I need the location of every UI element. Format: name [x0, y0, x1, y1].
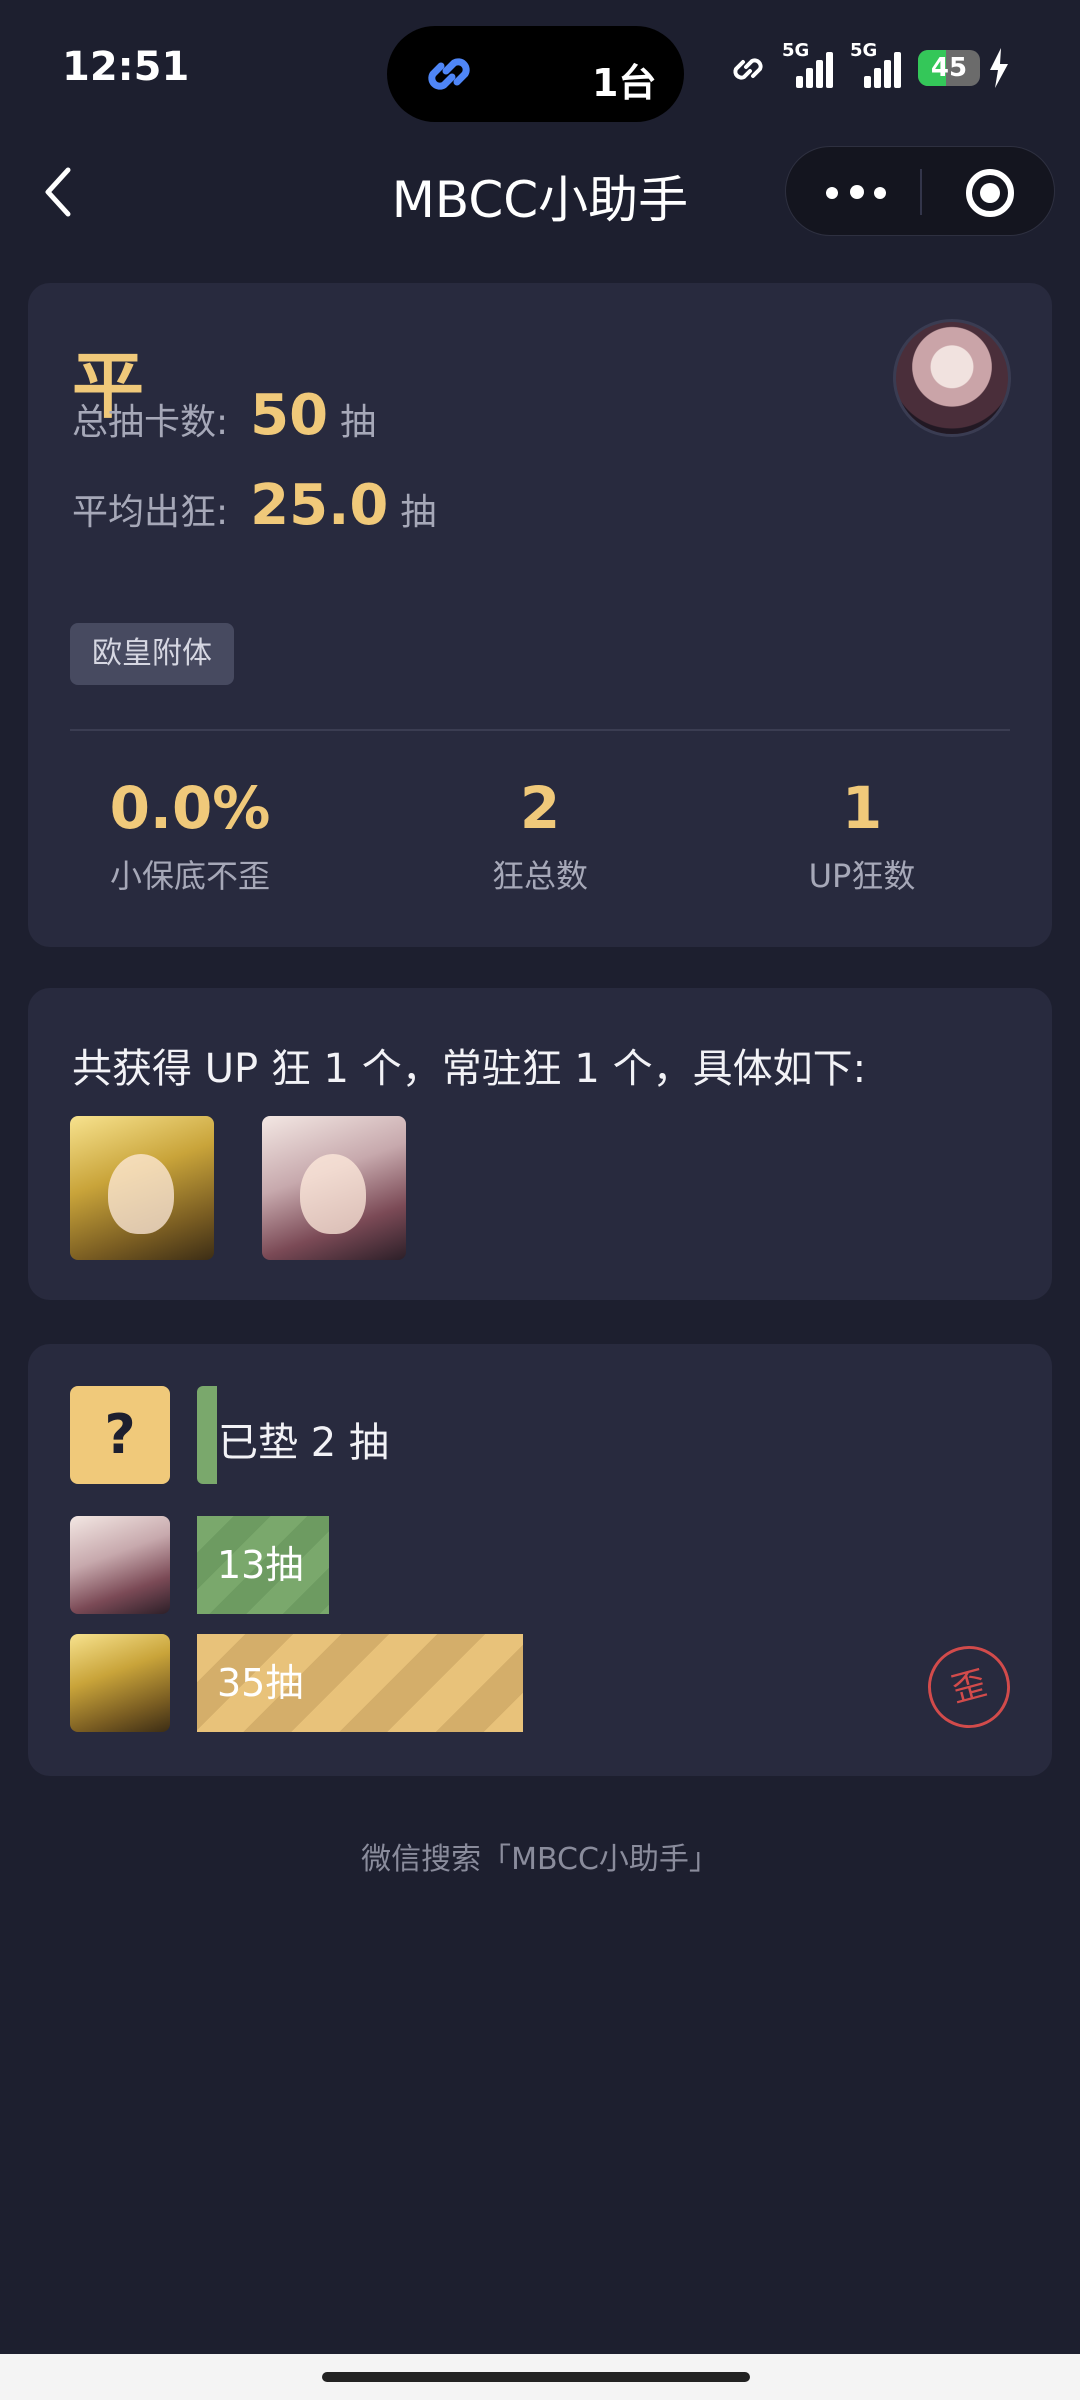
character-avatar — [893, 319, 1011, 437]
character-portrait-pale[interactable] — [262, 1116, 406, 1260]
total-pulls-row: 总抽卡数: 50 抽 — [72, 383, 376, 448]
luck-tag-badge: 欧皇附体 — [70, 623, 234, 685]
metric-value: 2 — [519, 774, 561, 842]
character-face — [300, 1154, 366, 1234]
average-pulls-unit: 抽 — [400, 492, 437, 533]
status-bar: 12:51 1台 5G 5G 45 — [0, 0, 1080, 130]
battery-text: 45 — [930, 53, 968, 83]
metric-label: UP狂数 — [808, 857, 916, 895]
more-options-icon[interactable] — [826, 183, 886, 201]
history-pull-bar: 13抽 — [197, 1516, 329, 1614]
dynamic-island[interactable]: 1台 — [387, 26, 684, 122]
metric-label: 小保底不歪 — [109, 857, 270, 895]
signal-bars-icon — [864, 52, 908, 88]
history-avatar-pale — [70, 1516, 170, 1614]
close-mini-program-icon[interactable] — [966, 169, 1014, 217]
metric-no-loss-rate: 0.0% 小保底不歪 — [30, 773, 350, 897]
metric-value: 0.0% — [109, 774, 271, 842]
metric-value: 1 — [841, 774, 883, 842]
stats-summary-card: 平 总抽卡数: 50 抽 平均出狂: 25.0 抽 欧皇附体 0.0% 小保底不歪 2 … — [28, 283, 1052, 947]
character-face — [108, 1154, 174, 1234]
total-pulls-value: 50 — [250, 383, 329, 448]
metric-label: 狂总数 — [491, 857, 588, 895]
divider — [70, 729, 1010, 731]
history-pull-bar: 35抽 — [197, 1634, 523, 1732]
status-time: 12:51 — [62, 44, 190, 90]
average-pulls-label: 平均出狂: — [72, 492, 229, 533]
obtained-characters-card: 共获得 UP 狂 1 个，常驻狂 1 个，具体如下: — [28, 988, 1052, 1300]
character-portrait-gold[interactable] — [70, 1116, 214, 1260]
obtained-summary-text: 共获得 UP 狂 1 个，常驻狂 1 个，具体如下: — [72, 1046, 867, 1092]
footer-search-hint: 微信搜索「MBCC小助手」 — [361, 1842, 719, 1877]
status-icons: 5G 5G 45 — [728, 40, 1028, 96]
link-icon — [428, 58, 470, 90]
charging-icon — [990, 48, 1008, 88]
link-icon — [733, 58, 763, 80]
metric-total-count: 2 狂总数 — [380, 773, 700, 897]
signal-bars-icon — [796, 52, 840, 88]
island-text: 1台 — [592, 61, 657, 105]
history-avatar-gold — [70, 1634, 170, 1732]
average-pulls-value: 25.0 — [250, 473, 389, 538]
app-screen: 12:51 1台 5G 5G 45 MBCC小助手 平 总抽卡数: 50 抽 平… — [0, 0, 1080, 2400]
mini-program-capsule — [785, 146, 1055, 236]
total-pulls-label: 总抽卡数: — [72, 402, 229, 443]
home-indicator[interactable] — [322, 2372, 750, 2382]
average-pulls-row: 平均出狂: 25.0 抽 — [72, 473, 436, 538]
total-pulls-unit: 抽 — [340, 402, 377, 443]
metric-up-count: 1 UP狂数 — [702, 773, 1022, 897]
pending-pulls-bar — [197, 1386, 217, 1484]
unknown-character-icon: ? — [70, 1386, 170, 1484]
battery-icon: 45 — [918, 50, 980, 86]
lost-fifty-fifty-stamp: 歪 — [918, 1636, 1020, 1738]
capsule-divider — [920, 169, 922, 215]
pull-history-card: ? 已垫 2 抽 13抽 35抽 歪 — [28, 1344, 1052, 1776]
pending-pulls-label: 已垫 2 抽 — [218, 1420, 389, 1466]
